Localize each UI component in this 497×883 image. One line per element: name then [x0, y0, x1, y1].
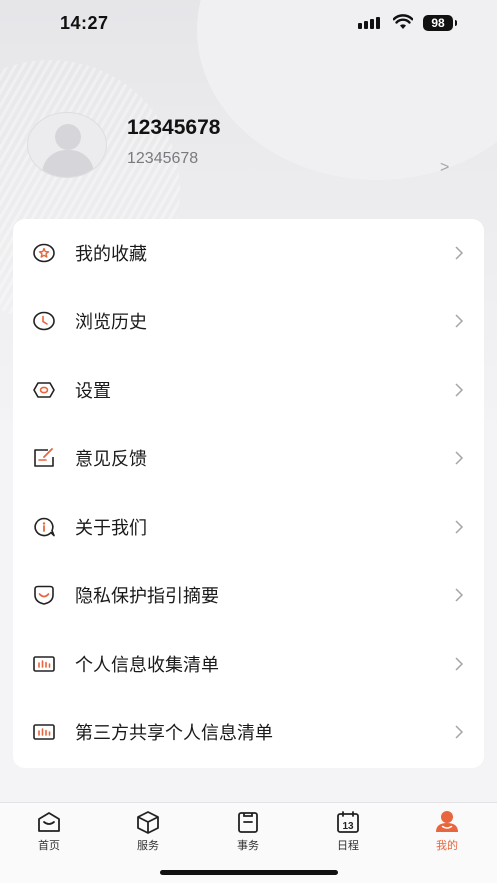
profile-chevron-right-icon[interactable]: >: [440, 159, 449, 177]
chevron-right-icon: [455, 520, 464, 534]
settings-hexagon-icon: [33, 382, 55, 398]
chevron-right-icon: [455, 588, 464, 602]
status-time: 14:27: [60, 13, 109, 33]
third-party-list-icon: [33, 724, 55, 740]
menu-item-label: 第三方共享个人信息清单: [75, 723, 273, 743]
menu-item-label: 意见反馈: [75, 449, 147, 469]
menu-card: 我的收藏 浏览历史 设置 意见反馈 关于我们 隐私保护指引摘要 个人信息收集清单…: [13, 219, 484, 768]
profile-name[interactable]: 12345678: [127, 116, 220, 140]
cellular-signal-icon: [358, 17, 380, 29]
chevron-right-icon: [455, 383, 464, 397]
data-list-icon: [33, 656, 55, 672]
chevron-right-icon: [455, 451, 464, 465]
home-indicator[interactable]: [160, 870, 338, 875]
menu-item-label: 个人信息收集清单: [75, 655, 219, 675]
feedback-edit-icon: [34, 448, 54, 467]
status-bar: 14:27 98: [0, 0, 497, 48]
tab-label: 我的: [436, 840, 458, 852]
tab-mine[interactable]: 我的: [417, 809, 477, 859]
menu-item-feedback[interactable]: 意见反馈: [13, 424, 484, 492]
tab-home[interactable]: 首页: [19, 809, 79, 859]
menu-item-label: 关于我们: [75, 518, 147, 538]
chevron-right-icon: [455, 725, 464, 739]
history-clock-icon: [33, 311, 55, 331]
clipboard-icon: [238, 812, 258, 833]
tab-label: 日程: [337, 840, 359, 852]
menu-item-label: 浏览历史: [75, 312, 147, 332]
avatar[interactable]: [27, 112, 107, 178]
menu-item-settings[interactable]: 设置: [13, 356, 484, 424]
tab-label: 首页: [38, 840, 60, 852]
chevron-right-icon: [455, 657, 464, 671]
menu-item-third-party-list[interactable]: 第三方共享个人信息清单: [13, 698, 484, 766]
tab-services[interactable]: 服务: [118, 809, 178, 859]
calendar-icon: 13: [337, 811, 359, 833]
tab-affairs[interactable]: 事务: [218, 809, 278, 859]
about-info-icon: [34, 517, 55, 537]
privacy-shield-icon: [34, 585, 54, 605]
user-icon: [436, 811, 458, 832]
battery-level: 98: [431, 16, 445, 30]
tab-label: 服务: [137, 840, 159, 852]
menu-item-label: 隐私保护指引摘要: [75, 586, 219, 606]
home-icon: [38, 812, 60, 832]
chevron-right-icon: [455, 314, 464, 328]
menu-item-label: 设置: [75, 381, 111, 401]
battery-icon: 98: [423, 15, 457, 31]
menu-item-about[interactable]: 关于我们: [13, 493, 484, 561]
chevron-right-icon: [455, 246, 464, 260]
menu-item-history[interactable]: 浏览历史: [13, 287, 484, 355]
menu-item-privacy[interactable]: 隐私保护指引摘要: [13, 561, 484, 629]
calendar-day: 13: [342, 821, 354, 832]
menu-item-label: 我的收藏: [75, 244, 147, 264]
profile-account: 12345678: [127, 150, 199, 167]
tab-label: 事务: [237, 840, 259, 852]
wifi-icon: [393, 14, 413, 29]
favorites-star-icon: [33, 243, 55, 263]
cube-icon: [137, 811, 159, 834]
tab-schedule[interactable]: 13 日程: [318, 809, 378, 859]
menu-item-favorites[interactable]: 我的收藏: [13, 219, 484, 287]
menu-item-personal-data-list[interactable]: 个人信息收集清单: [13, 630, 484, 698]
